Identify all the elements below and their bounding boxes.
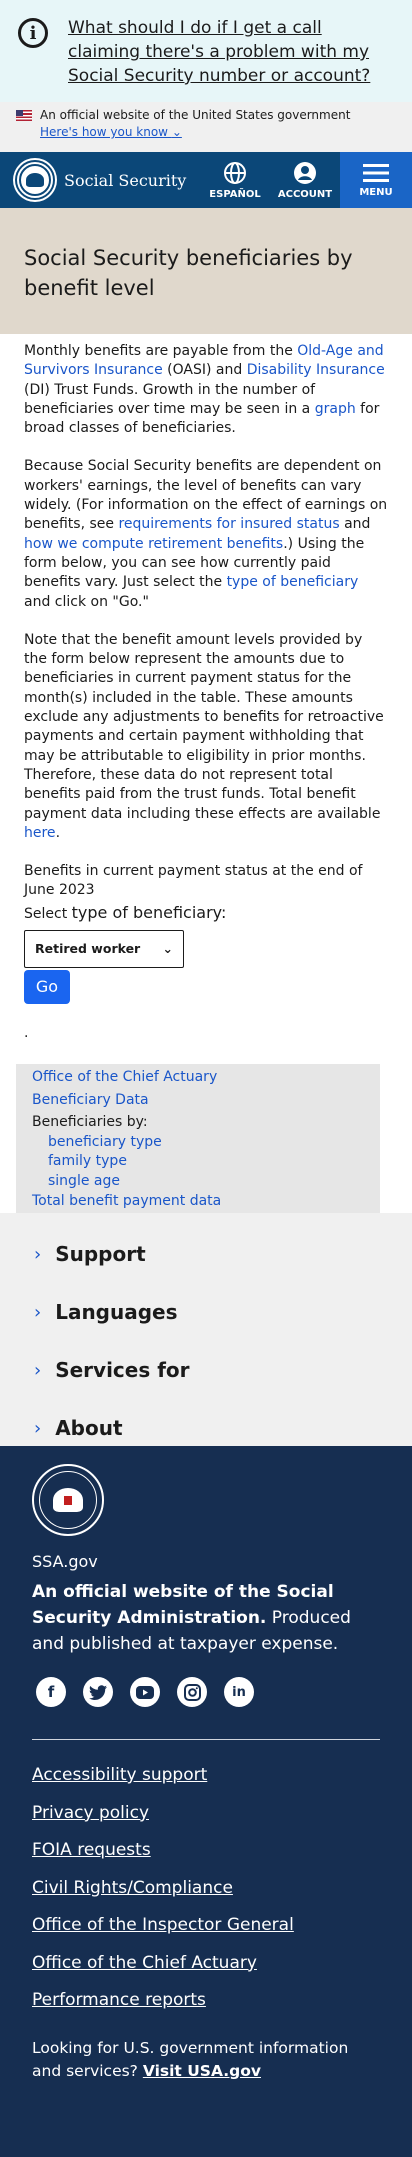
info-icon: i bbox=[18, 18, 48, 48]
text: and bbox=[339, 516, 371, 533]
beneficiary-type-link[interactable]: beneficiary type bbox=[48, 1133, 364, 1153]
hamburger-icon bbox=[363, 163, 389, 182]
official-website-text: An official website of the Social Securi… bbox=[32, 1579, 380, 1657]
chevron-right-icon: › bbox=[34, 1243, 42, 1265]
accordion-languages[interactable]: › Languages bbox=[0, 1283, 412, 1341]
total-payment-here-link[interactable]: here bbox=[24, 825, 56, 841]
page-title-band: Social Security beneficiaries by benefit… bbox=[0, 208, 412, 334]
select-label: Select type of beneficiary: bbox=[24, 903, 388, 924]
single-age-link[interactable]: single age bbox=[48, 1172, 364, 1192]
beneficiary-type-select[interactable]: Retired worker ⌄ bbox=[24, 930, 184, 969]
ssa-seal-logo[interactable] bbox=[15, 160, 55, 200]
instagram-icon[interactable] bbox=[177, 1677, 207, 1708]
performance-reports-link[interactable]: Performance reports bbox=[32, 1989, 380, 2011]
select-prefix: Select bbox=[24, 905, 72, 922]
alert-link[interactable]: What should I do if I get a call claimin… bbox=[68, 16, 396, 88]
visit-usa-gov-link[interactable]: Visit USA.gov bbox=[143, 2062, 261, 2080]
beneficiaries-by-label: Beneficiaries by: bbox=[32, 1114, 148, 1131]
intro-paragraph-2: Because Social Security benefits are dep… bbox=[24, 457, 388, 611]
foia-link[interactable]: FOIA requests bbox=[32, 1839, 380, 1861]
stray-period: . bbox=[24, 1025, 29, 1042]
text: and click on "Go." bbox=[24, 593, 149, 610]
insured-status-link[interactable]: requirements for insured status bbox=[118, 516, 339, 532]
twitter-icon[interactable] bbox=[83, 1677, 113, 1708]
site-footer: SSA.gov An official website of the Socia… bbox=[0, 1446, 412, 2157]
globe-icon bbox=[224, 161, 246, 184]
total-benefit-payment-link[interactable]: Total benefit payment data bbox=[32, 1192, 364, 1212]
chief-actuary-footer-link[interactable]: Office of the Chief Actuary bbox=[32, 1952, 380, 1974]
account-button[interactable]: ACCOUNT bbox=[270, 152, 340, 208]
espanol-label: ESPAÑOL bbox=[209, 188, 261, 200]
menu-label: MENU bbox=[359, 186, 393, 198]
text: Monthly benefits are payable from the bbox=[24, 343, 298, 359]
chief-actuary-link[interactable]: Office of the Chief Actuary bbox=[32, 1068, 364, 1088]
chevron-right-icon: › bbox=[34, 1301, 42, 1323]
chevron-right-icon: › bbox=[34, 1359, 42, 1381]
gov-how-label: Here's how you know bbox=[40, 125, 168, 139]
youtube-icon[interactable] bbox=[130, 1677, 160, 1708]
espanol-button[interactable]: ESPAÑOL bbox=[200, 152, 270, 208]
accordion-services-for[interactable]: › Services for bbox=[0, 1341, 412, 1399]
family-type-link[interactable]: family type bbox=[48, 1152, 364, 1172]
linkedin-icon[interactable]: in bbox=[224, 1677, 254, 1708]
text: Note that the benefit amount levels prov… bbox=[24, 631, 384, 822]
accordion-label: Support bbox=[55, 1242, 146, 1267]
intro-paragraph-3: Note that the benefit amount levels prov… bbox=[24, 631, 388, 843]
footer-divider bbox=[32, 1739, 380, 1741]
text: (DI) Trust Funds. Growth in the number o… bbox=[24, 381, 316, 417]
select-label-text: type of beneficiary: bbox=[71, 902, 227, 922]
beneficiary-data-link[interactable]: Beneficiary Data bbox=[32, 1091, 364, 1111]
heres-how-you-know-button[interactable]: Here's how you know ⌄ bbox=[40, 125, 412, 139]
go-button[interactable]: Go bbox=[24, 970, 70, 1005]
facebook-icon[interactable]: f bbox=[36, 1677, 66, 1708]
graph-link[interactable]: graph bbox=[315, 401, 356, 417]
privacy-link[interactable]: Privacy policy bbox=[32, 1802, 380, 1824]
site-header: Social Security ESPAÑOL ACCOUNT MENU bbox=[0, 152, 412, 208]
accordion-label: Languages bbox=[55, 1300, 178, 1325]
intro-paragraph-4: Benefits in current payment status at th… bbox=[24, 863, 363, 899]
text: (OASI) and bbox=[162, 362, 247, 379]
inspector-general-link[interactable]: Office of the Inspector General bbox=[32, 1914, 380, 1936]
type-of-beneficiary-link[interactable]: type of beneficiary bbox=[227, 574, 359, 590]
gov-official-text: An official website of the United States… bbox=[40, 108, 351, 122]
di-link[interactable]: Disability Insurance bbox=[247, 362, 385, 378]
footer-accordion: › Support › Languages › Services for › About bbox=[0, 1213, 412, 1447]
footer-links: Accessibility support Privacy policy FOI… bbox=[32, 1764, 380, 2011]
us-flag-icon bbox=[16, 109, 32, 121]
text: . bbox=[55, 824, 61, 841]
gov-banner: An official website of the United States… bbox=[0, 102, 412, 152]
alert-banner: i What should I do if I get a call claim… bbox=[0, 0, 412, 102]
intro-paragraph-1: Monthly benefits are payable from the Ol… bbox=[24, 342, 388, 438]
chevron-down-icon: ⌄ bbox=[171, 125, 182, 139]
related-links-sidebar: Office of the Chief Actuary Beneficiary … bbox=[16, 1064, 380, 1214]
accordion-label: About bbox=[55, 1416, 123, 1441]
selected-value: Retired worker bbox=[35, 941, 141, 957]
civil-rights-link[interactable]: Civil Rights/Compliance bbox=[32, 1877, 380, 1899]
page-title: Social Security beneficiaries by benefit… bbox=[24, 246, 353, 300]
main-content: Monthly benefits are payable from the Ol… bbox=[0, 334, 412, 1064]
chevron-right-icon: › bbox=[34, 1417, 42, 1439]
brand-name[interactable]: Social Security bbox=[64, 171, 186, 190]
chevron-down-icon: ⌄ bbox=[162, 941, 173, 957]
ssa-gov-text: SSA.gov bbox=[32, 1552, 98, 1572]
ssa-seal-logo-large bbox=[32, 1464, 104, 1537]
accessibility-link[interactable]: Accessibility support bbox=[32, 1764, 380, 1786]
accordion-label: Services for bbox=[55, 1358, 190, 1383]
menu-button[interactable]: MENU bbox=[340, 152, 412, 208]
accordion-support[interactable]: › Support bbox=[0, 1225, 412, 1283]
usa-gov-text: Looking for U.S. government information … bbox=[32, 2037, 380, 2083]
social-links: f in bbox=[36, 1677, 380, 1708]
account-label: ACCOUNT bbox=[277, 188, 333, 200]
account-icon bbox=[294, 161, 316, 184]
compute-benefits-link[interactable]: how we compute retirement benefits bbox=[24, 536, 283, 552]
